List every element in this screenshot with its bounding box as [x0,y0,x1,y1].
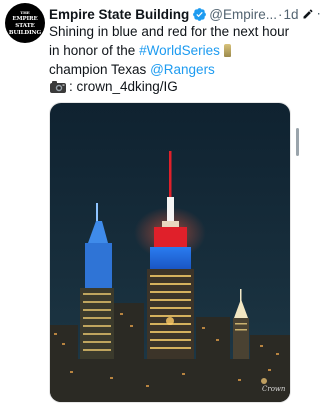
tweet-timestamp[interactable]: 1d [284,7,299,22]
tweet-header: Empire State Building @Empire... · 1d ⋯ [49,6,320,22]
photo-credit: : crown_4dking/IG [49,79,178,94]
scrollbar[interactable] [296,128,299,156]
more-options-icon[interactable]: ⋯ [317,6,320,22]
avatar[interactable]: THE EMPIRE STATE BUILDING [5,3,45,43]
tweet-photo[interactable]: Crown [49,102,291,403]
empire-state-photo: Crown [50,103,290,402]
edited-pencil-icon[interactable] [302,8,314,20]
tweet-text: Shining in blue and red for the next hou… [49,22,296,79]
display-name[interactable]: Empire State Building [49,7,189,22]
verified-badge-icon [193,7,207,21]
avatar-line: EMPIRE [12,16,38,22]
photo-watermark: Crown [262,385,286,393]
credit-text: : crown_4dking/IG [69,79,178,94]
account-handle[interactable]: @Empire... [209,7,277,22]
trophy-icon [223,44,231,57]
avatar-line: STATE [15,23,35,29]
hashtag-link[interactable]: #WorldSeries [139,43,220,58]
mention-link[interactable]: @Rangers [150,62,215,77]
camera-icon [50,80,66,93]
separator-dot: · [278,6,283,22]
tweet-text-part: champion Texas [49,62,147,77]
avatar-line: THE [20,10,30,15]
avatar-line: BUILDING [8,30,42,36]
